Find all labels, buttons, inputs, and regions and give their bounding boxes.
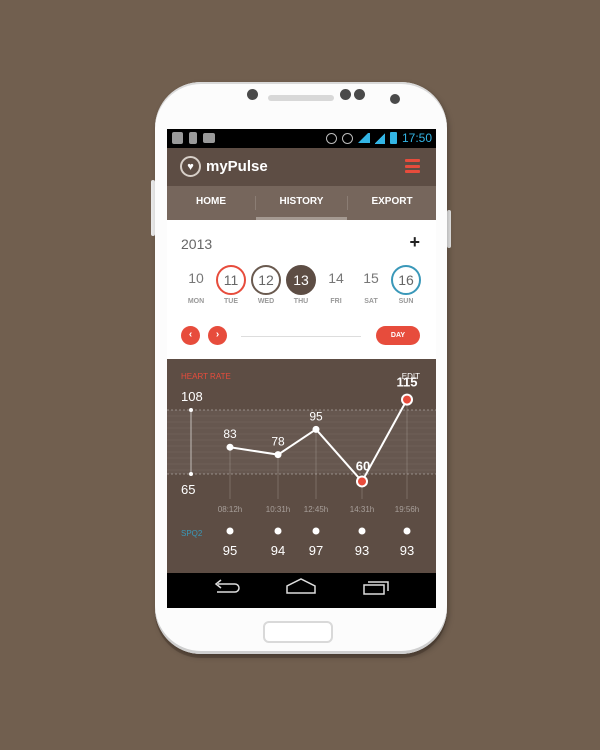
heart-rate-value-label: 60 — [356, 458, 370, 473]
day-name: THU — [293, 298, 309, 305]
heart-rate-point — [358, 477, 366, 486]
heart-rate-value-label: 115 — [397, 375, 418, 390]
screen: 17:50 ♥ myPulse HOME HISTORY EXPORT 2013… — [167, 129, 436, 608]
heart-rate-point — [403, 395, 411, 404]
tab-history[interactable]: HISTORY — [256, 186, 347, 220]
heart-rate-value-label: 83 — [223, 427, 237, 441]
period-day-button[interactable]: DAY — [376, 326, 420, 345]
range-max-dot — [189, 408, 193, 412]
day-name: SUN — [398, 298, 414, 305]
chevron-left-icon[interactable]: ‹ — [181, 326, 200, 345]
heart-icon: ♥ — [180, 156, 201, 177]
mail-icon — [203, 133, 215, 143]
range-divider — [241, 336, 361, 337]
recents-icon[interactable] — [363, 581, 389, 595]
heart-rate-value-label: 78 — [271, 435, 285, 449]
tab-export[interactable]: EXPORT — [348, 186, 436, 220]
add-button[interactable]: + — [409, 232, 420, 253]
range-min-dot — [189, 472, 193, 476]
heart-rate-point — [226, 443, 234, 451]
range-max-label: 108 — [181, 389, 203, 404]
power-button — [447, 210, 451, 248]
day-name: FRI — [330, 298, 342, 305]
day-number: 11 — [216, 265, 246, 295]
tab-bar: HOME HISTORY EXPORT — [167, 186, 436, 220]
spo2-point — [274, 527, 282, 535]
system-nav-bar — [167, 573, 436, 608]
time-tick-label: 10:31h — [266, 505, 290, 514]
day-number: 10 — [188, 270, 204, 286]
day-number: 16 — [391, 265, 421, 295]
spo2-point — [312, 527, 320, 535]
hardware-home-button[interactable] — [263, 621, 333, 643]
day-number: 15 — [363, 270, 379, 286]
heart-rate-chart: HEART RATE EDIT SPQ2 108 65 08:12h 10:31h 12… — [167, 359, 436, 573]
heart-rate-point — [312, 425, 320, 433]
day-tue[interactable]: 11 TUE — [216, 265, 246, 305]
day-fri[interactable]: 14 FRI — [321, 265, 351, 305]
spo2-point — [226, 527, 234, 535]
spo2-value-label: 95 — [223, 543, 237, 558]
day-number: 14 — [328, 270, 344, 286]
front-sensor — [247, 89, 258, 100]
spo2-point — [403, 527, 411, 535]
day-sat[interactable]: 15 SAT — [356, 265, 386, 305]
time-tick-label: 08:12h — [218, 505, 242, 514]
chevron-right-icon[interactable]: › — [208, 326, 227, 345]
heart-rate-point — [274, 451, 282, 459]
day-mon[interactable]: 10 MON — [181, 265, 211, 305]
tab-home[interactable]: HOME — [167, 186, 255, 220]
heart-rate-value-label: 95 — [309, 409, 323, 423]
time-tick-label: 19:56h — [395, 505, 419, 514]
day-number: 13 — [286, 265, 316, 295]
status-time: 17:50 — [401, 131, 432, 145]
spo2-value-label: 94 — [271, 543, 285, 558]
chart-canvas: HEART RATE EDIT SPQ2 1086508:12h 10:31h 12… — [167, 372, 436, 558]
day-name: TUE — [224, 298, 238, 305]
time-tick-label: 14:31h — [350, 505, 374, 514]
day-name: SAT — [364, 298, 378, 305]
light-sensor — [390, 94, 400, 104]
day-wed[interactable]: 12 WED — [251, 265, 281, 305]
year-label: 2013 — [181, 236, 213, 252]
day-name: MON — [187, 298, 205, 305]
proximity-sensor — [354, 89, 365, 100]
android-icon — [172, 132, 183, 144]
home-icon[interactable] — [286, 578, 316, 594]
menu-icon[interactable] — [405, 159, 420, 173]
wifi-icon — [357, 133, 370, 143]
day-number: 12 — [251, 265, 281, 295]
spo2-value-label: 93 — [355, 543, 369, 558]
time-tick-label: 12:45h — [304, 505, 328, 514]
range-min-label: 65 — [181, 482, 195, 497]
chart-title: HEART RATE — [181, 372, 231, 381]
spo2-point — [358, 527, 366, 535]
spo2-label: SPQ2 — [181, 529, 203, 538]
app-title: myPulse — [206, 158, 268, 175]
front-camera — [340, 89, 351, 100]
app-bar: ♥ myPulse — [167, 148, 436, 186]
signal-icon — [374, 132, 385, 144]
sync-icon — [325, 132, 337, 144]
day-sun[interactable]: 16 SUN — [391, 265, 421, 305]
status-bar: 17:50 — [167, 129, 436, 148]
usb-icon — [189, 132, 197, 144]
battery-icon — [389, 132, 397, 144]
spo2-value-label: 93 — [400, 543, 414, 558]
day-name: WED — [257, 298, 275, 305]
back-icon[interactable] — [214, 579, 240, 593]
alarm-icon — [341, 132, 353, 144]
speaker-grille — [268, 95, 334, 101]
day-thu[interactable]: 13 THU — [286, 265, 316, 305]
spo2-value-label: 97 — [309, 543, 323, 558]
